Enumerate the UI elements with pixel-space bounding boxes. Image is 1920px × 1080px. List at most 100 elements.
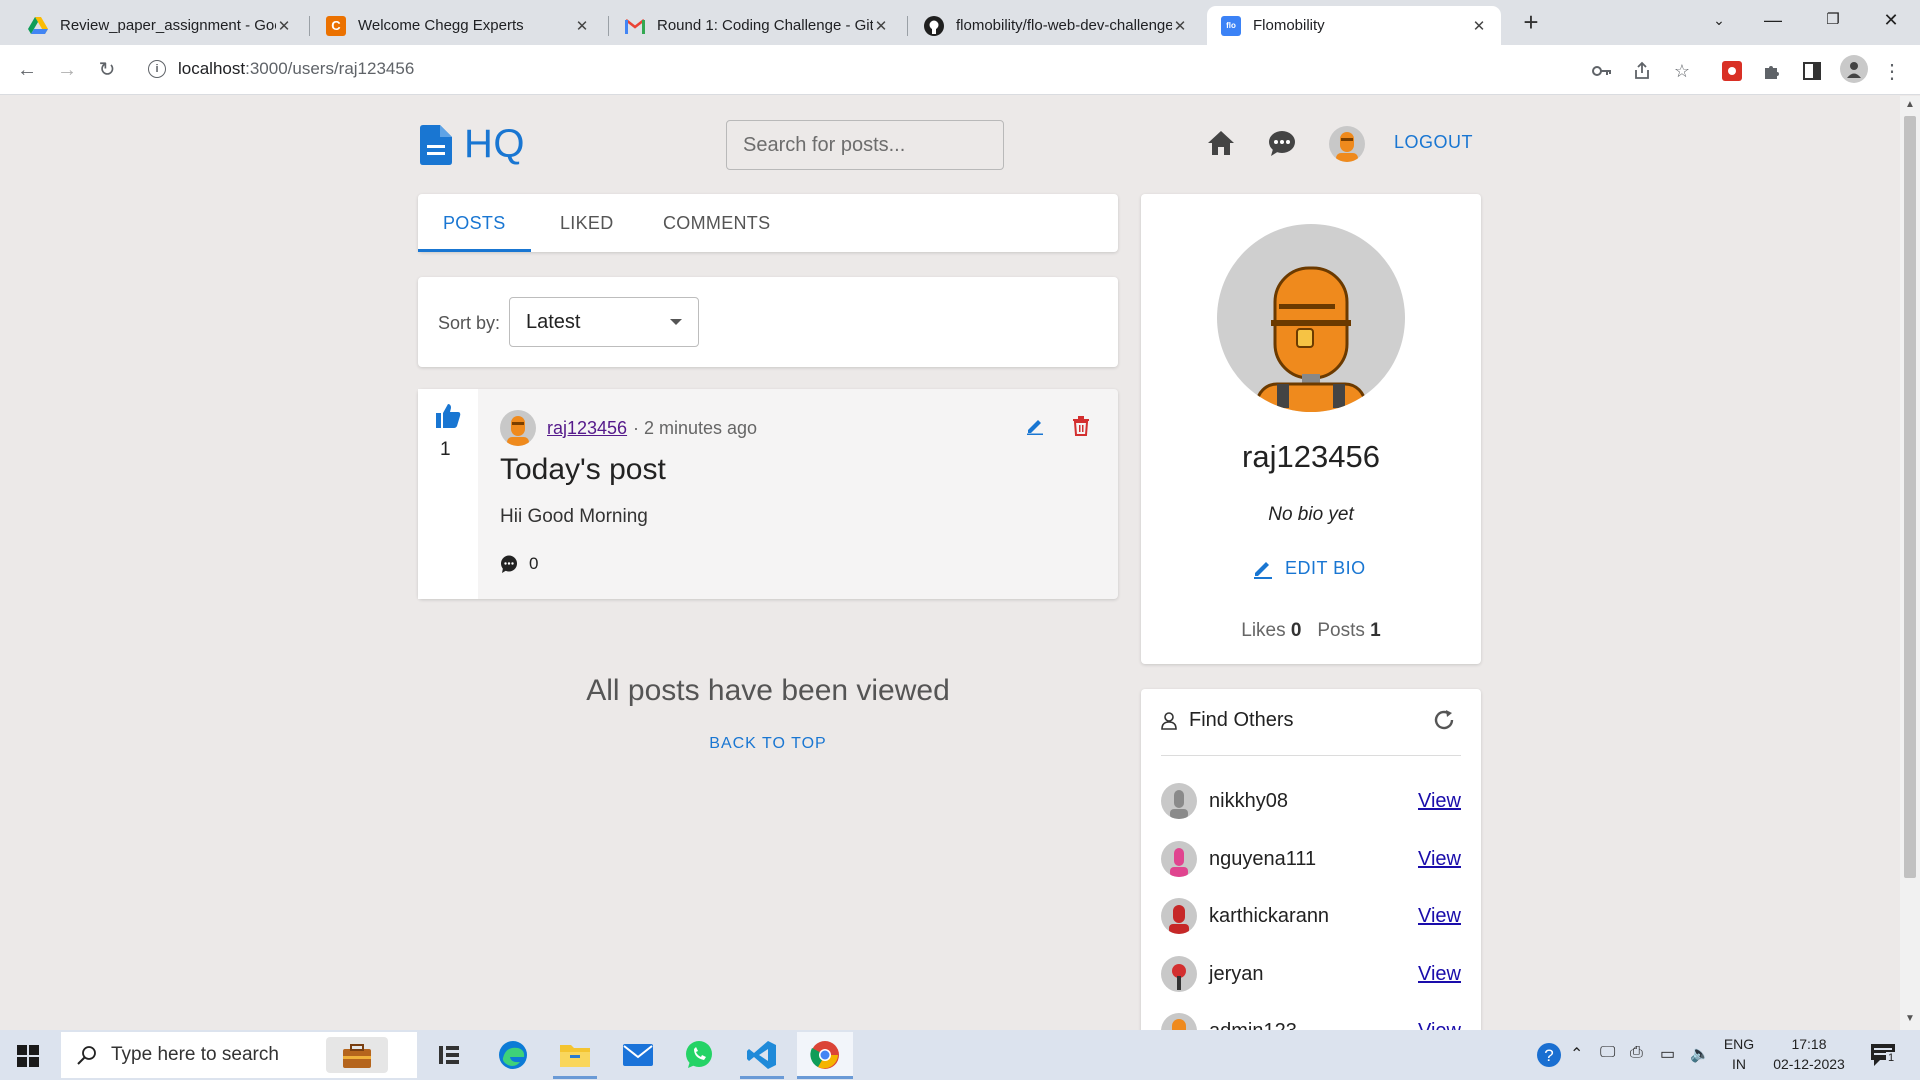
- sort-value: Latest: [526, 310, 581, 333]
- minimize-button[interactable]: —: [1744, 0, 1802, 40]
- comment-icon[interactable]: [500, 555, 518, 573]
- search-icon: [77, 1046, 96, 1065]
- back-to-top-button[interactable]: BACK TO TOP: [418, 735, 1118, 753]
- extensions-puzzle-icon[interactable]: [1760, 59, 1784, 83]
- find-others-card: Find Others nikkhy08 View nguyena111 Vie…: [1141, 689, 1481, 1030]
- tab-comments[interactable]: COMMENTS: [663, 194, 770, 252]
- chat-icon[interactable]: [1268, 130, 1296, 156]
- browser-menu-icon[interactable]: ⋮: [1880, 59, 1904, 83]
- network-icon[interactable]: 🖵: [1600, 1044, 1615, 1062]
- close-tab-icon[interactable]: ✕: [276, 17, 292, 35]
- back-icon[interactable]: ←: [12, 55, 42, 85]
- close-tab-icon[interactable]: ✕: [1471, 17, 1487, 35]
- home-icon[interactable]: [1207, 130, 1235, 156]
- profile-tabs: POSTS LIKED COMMENTS: [418, 194, 1118, 252]
- sort-select[interactable]: Latest: [509, 297, 699, 347]
- edit-pencil-icon[interactable]: [1026, 417, 1044, 435]
- user-avatar: [1161, 956, 1197, 992]
- active-app-indicator: [740, 1076, 784, 1079]
- browser-tab-github[interactable]: flomobility/flo-web-dev-challenge ✕: [910, 6, 1202, 45]
- task-view-icon[interactable]: [432, 1038, 466, 1072]
- profile-avatar: [1217, 224, 1405, 412]
- share-icon[interactable]: [1630, 59, 1654, 83]
- thumbs-up-icon[interactable]: [435, 403, 461, 429]
- clock[interactable]: 17:18 02-12-2023: [1764, 1036, 1854, 1072]
- post-title[interactable]: Today's post: [500, 453, 666, 487]
- page-content: HQ LOGOUT POSTS LIKED COMMENTS Sort by: …: [0, 96, 1900, 1030]
- address-bar[interactable]: i localhost:3000/users/raj123456: [138, 51, 1698, 87]
- tab-divider: [907, 16, 908, 36]
- new-tab-button[interactable]: +: [1513, 6, 1549, 40]
- site-info-icon[interactable]: i: [148, 60, 166, 78]
- mail-icon[interactable]: [621, 1038, 655, 1072]
- post-body: Hii Good Morning: [500, 506, 648, 527]
- tab-search-icon[interactable]: ⌄: [1690, 0, 1748, 40]
- password-key-icon[interactable]: [1590, 59, 1614, 83]
- taskbar-search-box[interactable]: Type here to search: [61, 1032, 417, 1078]
- edge-browser-icon[interactable]: [496, 1038, 530, 1072]
- document-icon: [420, 124, 452, 165]
- forward-icon[interactable]: →: [52, 55, 82, 85]
- url-path: :3000/users/raj123456: [245, 59, 415, 78]
- reload-icon[interactable]: ↻: [92, 55, 122, 85]
- scrollbar-thumb[interactable]: [1904, 116, 1916, 878]
- post-author-avatar[interactable]: [500, 410, 536, 446]
- browser-tab-review-paper[interactable]: Review_paper_assignment - Goo ✕: [14, 6, 306, 45]
- view-user-link[interactable]: View: [1418, 905, 1461, 928]
- scroll-up-arrow-icon[interactable]: ▲: [1905, 100, 1915, 110]
- app-logo[interactable]: HQ: [420, 122, 525, 167]
- edit-bio-button[interactable]: EDIT BIO: [1253, 558, 1366, 579]
- logout-button[interactable]: LOGOUT: [1394, 132, 1473, 153]
- clock-date: 02-12-2023: [1773, 1056, 1845, 1072]
- header-avatar[interactable]: [1329, 126, 1365, 162]
- windows-start-icon[interactable]: [17, 1045, 39, 1067]
- post-author-link[interactable]: raj123456: [547, 418, 627, 439]
- profile-card: raj123456 No bio yet EDIT BIO Likes 0 Po…: [1141, 194, 1481, 664]
- notification-count: 1: [1886, 1052, 1897, 1064]
- close-window-button[interactable]: ✕: [1862, 0, 1920, 40]
- close-tab-icon[interactable]: ✕: [574, 17, 590, 35]
- scroll-down-arrow-icon[interactable]: ▼: [1905, 1014, 1915, 1024]
- svg-text:?: ?: [1544, 1046, 1553, 1065]
- search-input[interactable]: [726, 120, 1004, 170]
- flomobility-icon: flo: [1221, 15, 1241, 36]
- edit-pencil-icon: [1254, 561, 1272, 579]
- extension-red-icon[interactable]: [1720, 59, 1744, 83]
- briefcase-icon: [326, 1037, 388, 1073]
- vscode-icon[interactable]: [745, 1038, 779, 1072]
- volume-icon[interactable]: 🔈: [1690, 1044, 1710, 1064]
- meet-now-icon[interactable]: ⎙: [1630, 1044, 1643, 1062]
- posts-value: 1: [1370, 620, 1381, 641]
- user-name: jeryan: [1209, 963, 1264, 985]
- close-tab-icon[interactable]: ✕: [1172, 17, 1188, 35]
- chrome-icon[interactable]: [797, 1032, 853, 1078]
- view-user-link[interactable]: View: [1418, 790, 1461, 813]
- browser-tab-chegg[interactable]: C Welcome Chegg Experts ✕: [312, 6, 604, 45]
- url-host: localhost: [178, 59, 246, 78]
- file-explorer-icon[interactable]: [558, 1038, 592, 1072]
- browser-tab-gmail[interactable]: Round 1: Coding Challenge - Git ✕: [611, 6, 903, 45]
- restore-button[interactable]: ❐: [1804, 0, 1862, 40]
- notification-center-icon[interactable]: 1: [1866, 1038, 1900, 1072]
- browser-profile-avatar[interactable]: [1840, 55, 1868, 83]
- delete-trash-icon[interactable]: [1072, 416, 1090, 436]
- tab-liked[interactable]: LIKED: [560, 194, 614, 252]
- whatsapp-icon[interactable]: [682, 1038, 716, 1072]
- browser-tab-flomobility[interactable]: flo Flomobility ✕: [1207, 6, 1501, 45]
- view-user-link[interactable]: View: [1418, 1020, 1461, 1030]
- tray-overflow-icon[interactable]: ⌃: [1570, 1044, 1583, 1064]
- side-panel-icon[interactable]: [1800, 59, 1824, 83]
- language-code: ENG: [1723, 1036, 1755, 1052]
- battery-icon[interactable]: ▭: [1660, 1044, 1675, 1064]
- page-scrollbar[interactable]: ▲ ▼: [1900, 96, 1920, 1030]
- view-user-link[interactable]: View: [1418, 848, 1461, 871]
- tab-posts[interactable]: POSTS: [443, 194, 506, 252]
- sort-label: Sort by:: [438, 313, 501, 333]
- bookmark-star-icon[interactable]: ☆: [1670, 59, 1694, 83]
- language-indicator[interactable]: ENG IN: [1722, 1036, 1756, 1072]
- help-icon[interactable]: ?: [1532, 1038, 1566, 1072]
- close-tab-icon[interactable]: ✕: [873, 17, 889, 35]
- refresh-icon[interactable]: [1432, 708, 1456, 732]
- view-user-link[interactable]: View: [1418, 963, 1461, 986]
- profile-bio: No bio yet: [1268, 504, 1354, 525]
